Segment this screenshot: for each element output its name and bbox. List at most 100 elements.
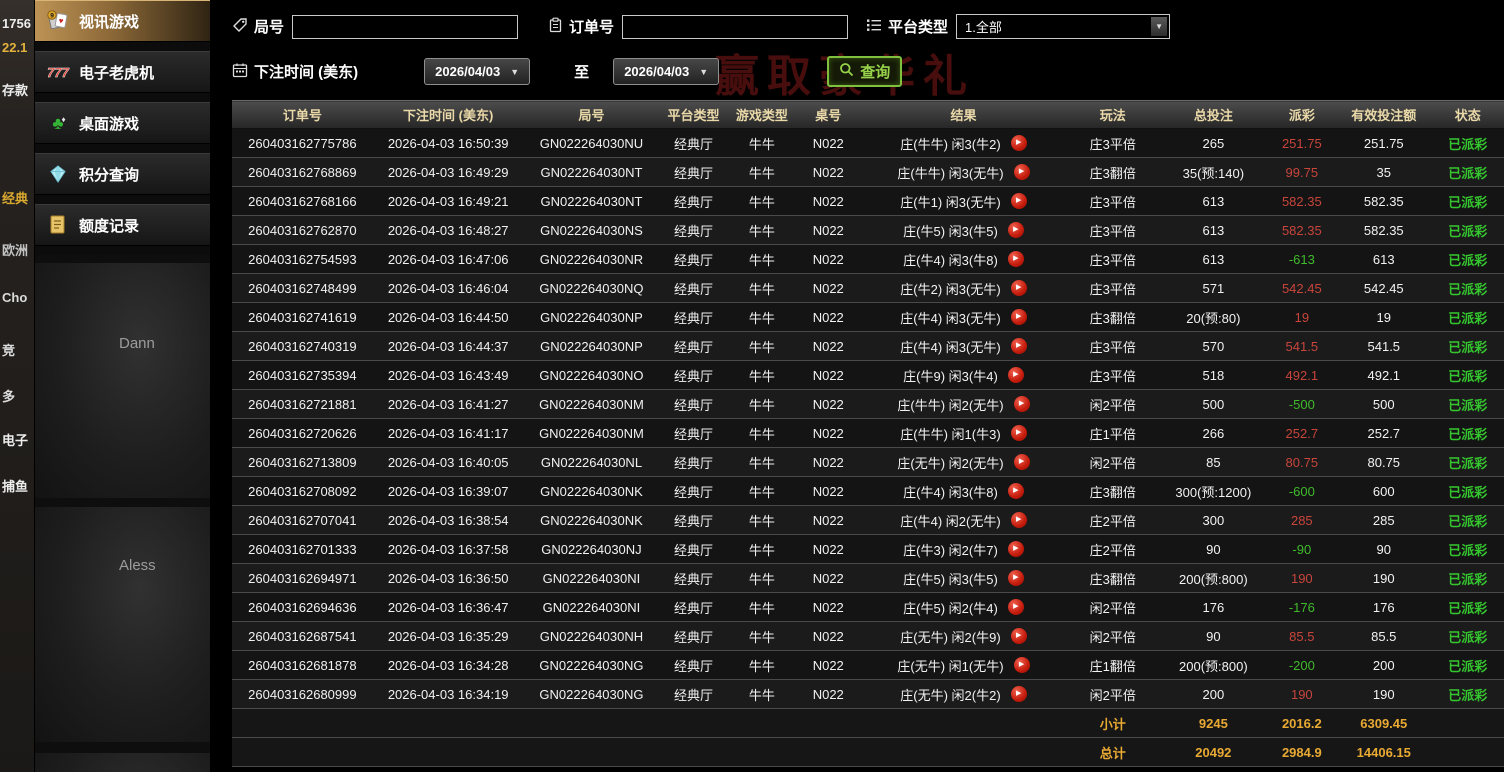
replay-play-icon[interactable]: ▶ xyxy=(1010,338,1027,354)
game-type-cell: 牛牛 xyxy=(727,476,797,506)
play-type-cell: 闲2平倍 xyxy=(1066,389,1160,419)
replay-play-icon[interactable]: ▶ xyxy=(1013,396,1030,412)
order-number-cell: 260403162768166 xyxy=(232,186,373,216)
platform-type-select[interactable]: 1.全部 ▼ xyxy=(956,14,1171,39)
result-cell: 庄(牛2) 闲3(无牛) ▶ xyxy=(860,273,1067,303)
game-type-cell: 牛牛 xyxy=(727,447,797,477)
replay-play-icon[interactable]: ▶ xyxy=(1010,280,1027,296)
game-type-cell: 牛牛 xyxy=(727,302,797,332)
table-number-cell: N022 xyxy=(796,476,861,506)
search-button[interactable]: 查询 xyxy=(827,56,903,87)
replay-play-icon[interactable]: ▶ xyxy=(1007,251,1024,267)
result-text: 庄(牛3) 闲2(牛7) xyxy=(903,542,998,558)
total-bet-cell: 500 xyxy=(1159,389,1268,419)
total-status-spacer xyxy=(1431,737,1504,767)
platform-cell: 经典厅 xyxy=(659,157,728,187)
payout-cell: 582.35 xyxy=(1267,215,1337,245)
result-cell: 庄(无牛) 闲2(牛2) ▶ xyxy=(860,679,1067,709)
sidebar-item-points-query[interactable]: 积分查询 xyxy=(35,153,210,195)
payout-cell: -500 xyxy=(1267,389,1337,419)
valid-bet-cell: 600 xyxy=(1336,476,1432,506)
table-number-cell: N022 xyxy=(796,621,861,651)
replay-play-icon[interactable]: ▶ xyxy=(1013,164,1030,180)
result-cell: 庄(牛1) 闲3(无牛) ▶ xyxy=(860,186,1067,216)
replay-play-icon[interactable]: ▶ xyxy=(1010,309,1027,325)
order-number-cell: 260403162681878 xyxy=(232,650,373,680)
result-cell: 庄(无牛) 闲2(无牛) ▶ xyxy=(860,447,1067,477)
game-type-cell: 牛牛 xyxy=(727,186,797,216)
order-number-cell: 260403162720626 xyxy=(232,418,373,448)
replay-play-icon[interactable]: ▶ xyxy=(1010,135,1027,151)
table-number-cell: N022 xyxy=(796,273,861,303)
result-text: 庄(牛9) 闲3(牛4) xyxy=(903,368,998,384)
order-number-cell: 260403162680999 xyxy=(232,679,373,709)
dealer-name: Dann xyxy=(119,335,155,352)
result-text: 庄(牛4) 闲3(牛8) xyxy=(903,484,998,500)
replay-play-icon[interactable]: ▶ xyxy=(1010,686,1027,702)
date-to-picker[interactable]: 2026/04/03 ▼ xyxy=(613,58,720,85)
result-cell: 庄(牛4) 闲2(无牛) ▶ xyxy=(860,505,1067,535)
replay-play-icon[interactable]: ▶ xyxy=(1010,193,1027,209)
total-bet-cell: 266 xyxy=(1159,418,1268,448)
table-row: 260403162721881 2026-04-03 16:41:27 GN0222… xyxy=(232,389,1504,419)
round-number-input[interactable] xyxy=(292,14,519,39)
replay-play-icon[interactable]: ▶ xyxy=(1010,512,1027,528)
play-type-cell: 闲2平倍 xyxy=(1066,592,1160,622)
table-row: 260403162701333 2026-04-03 16:37:58 GN0222… xyxy=(232,534,1504,564)
valid-bet-cell: 19 xyxy=(1336,302,1432,332)
replay-play-icon[interactable]: ▶ xyxy=(1007,483,1024,499)
bet-time-label-group: 下注时间 (美东) xyxy=(232,61,358,82)
replay-play-icon[interactable]: ▶ xyxy=(1013,454,1030,470)
table-row: 260403162762870 2026-04-03 16:48:27 GN0222… xyxy=(232,215,1504,245)
replay-play-icon[interactable]: ▶ xyxy=(1010,628,1027,644)
total-bet-cell: 300 xyxy=(1159,505,1268,535)
background-text: 竞 xyxy=(2,343,16,358)
sidebar-item-quota-records[interactable]: 额度记录 xyxy=(35,204,210,246)
sidebar-item-live-casino[interactable]: ♥ 9 视讯游戏 xyxy=(35,0,210,42)
table-row: 260403162741619 2026-04-03 16:44:50 GN0222… xyxy=(232,302,1504,332)
subtotal-spacer xyxy=(232,708,1067,738)
total-bet-cell: 176 xyxy=(1159,592,1268,622)
round-number-cell: GN022264030NK xyxy=(523,476,660,506)
payout-cell: 19 xyxy=(1267,302,1337,332)
column-header: 桌号 xyxy=(796,100,861,129)
payout-cell: 285 xyxy=(1267,505,1337,535)
payout-cell: -90 xyxy=(1267,534,1337,564)
platform-cell: 经典厅 xyxy=(659,128,728,158)
bet-time-cell: 2026-04-03 16:34:28 xyxy=(372,650,524,680)
platform-cell: 经典厅 xyxy=(659,592,728,622)
caret-down-icon: ▼ xyxy=(510,66,520,77)
replay-play-icon[interactable]: ▶ xyxy=(1007,222,1024,238)
replay-play-icon[interactable]: ▶ xyxy=(1007,570,1024,586)
table-row: 260403162775786 2026-04-03 16:50:39 GN0222… xyxy=(232,128,1504,158)
round-number-cell: GN022264030NM xyxy=(523,389,660,419)
bet-time-cell: 2026-04-03 16:48:27 xyxy=(372,215,524,245)
order-number-cell: 260403162708092 xyxy=(232,476,373,506)
play-type-cell: 闲2平倍 xyxy=(1066,447,1160,477)
date-from-picker[interactable]: 2026/04/03 ▼ xyxy=(424,58,531,85)
play-type-cell: 庄3平倍 xyxy=(1066,273,1160,303)
bet-time-cell: 2026-04-03 16:41:27 xyxy=(372,389,524,419)
payout-cell: 252.7 xyxy=(1267,418,1337,448)
sidebar-item-slots[interactable]: 777 电子老虎机 xyxy=(35,51,210,93)
game-type-cell: 牛牛 xyxy=(727,679,797,709)
payout-cell: 85.5 xyxy=(1267,621,1337,651)
payout-cell: -200 xyxy=(1267,650,1337,680)
round-number-cell: GN022264030NR xyxy=(523,244,660,274)
valid-bet-cell: 582.35 xyxy=(1336,186,1432,216)
payout-cell: 99.75 xyxy=(1267,157,1337,187)
replay-play-icon[interactable]: ▶ xyxy=(1010,425,1027,441)
table-number-cell: N022 xyxy=(796,360,861,390)
total-bet-cell: 518 xyxy=(1159,360,1268,390)
replay-play-icon[interactable]: ▶ xyxy=(1007,599,1024,615)
order-number-input[interactable] xyxy=(622,14,849,39)
total-bet-cell: 613 xyxy=(1159,244,1268,274)
background-text: 电子 xyxy=(2,433,29,448)
replay-play-icon[interactable]: ▶ xyxy=(1007,367,1024,383)
status-cell: 已派彩 xyxy=(1431,534,1504,564)
payout-cell: 190 xyxy=(1267,563,1337,593)
sidebar-item-table-games[interactable]: ♣ ♦ 桌面游戏 xyxy=(35,102,210,144)
replay-play-icon[interactable]: ▶ xyxy=(1013,657,1030,673)
status-cell: 已派彩 xyxy=(1431,418,1504,448)
replay-play-icon[interactable]: ▶ xyxy=(1007,541,1024,557)
